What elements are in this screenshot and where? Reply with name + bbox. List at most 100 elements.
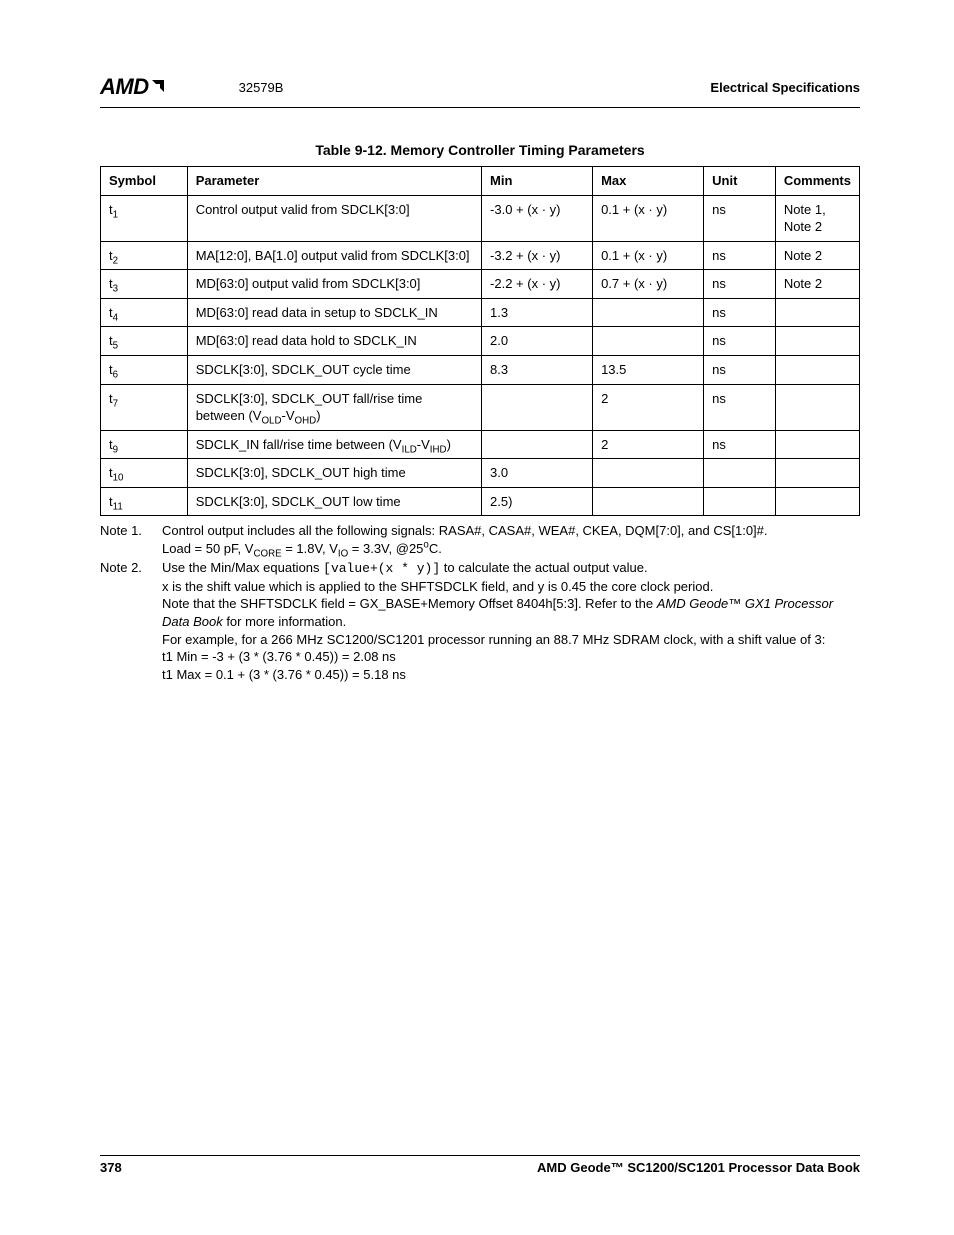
cell-comments (775, 298, 859, 327)
cell-unit: ns (704, 195, 776, 241)
cell-unit: ns (704, 298, 776, 327)
cell-symbol: t6 (101, 356, 188, 385)
cell-max: 0.1 + (x · y) (593, 241, 704, 270)
cell-parameter: MD[63:0] read data in setup to SDCLK_IN (187, 298, 481, 327)
cell-comments: Note 2 (775, 270, 859, 299)
cell-min: -3.0 + (x · y) (482, 195, 593, 241)
cell-parameter: Control output valid from SDCLK[3:0] (187, 195, 481, 241)
note-1-body: Control output includes all the followin… (162, 522, 860, 557)
cell-symbol: t9 (101, 430, 188, 459)
cell-unit: ns (704, 384, 776, 430)
cell-comments (775, 430, 859, 459)
note-2-line-3-post: for more information. (223, 614, 347, 629)
cell-min: 1.3 (482, 298, 593, 327)
cell-max (593, 298, 704, 327)
cell-unit: ns (704, 327, 776, 356)
table-row: t10SDCLK[3:0], SDCLK_OUT high time3.0 (101, 459, 860, 488)
cell-symbol: t5 (101, 327, 188, 356)
note-2-code: [value+(x * y)] (323, 561, 440, 576)
cell-symbol: t7 (101, 384, 188, 430)
cell-comments: Note 1, Note 2 (775, 195, 859, 241)
note-2-line-5: t1 Min = -3 + (3 * (3.76 * 0.45)) = 2.08… (162, 649, 396, 664)
cell-max (593, 487, 704, 516)
cell-comments (775, 384, 859, 430)
cell-min: 8.3 (482, 356, 593, 385)
note-2-line-3-pre: Note that the SHFTSDCLK field = GX_BASE+… (162, 596, 657, 611)
cell-unit: ns (704, 356, 776, 385)
th-parameter: Parameter (187, 167, 481, 196)
table-header-row: Symbol Parameter Min Max Unit Comments (101, 167, 860, 196)
table-row: t4MD[63:0] read data in setup to SDCLK_I… (101, 298, 860, 327)
cell-unit (704, 459, 776, 488)
cell-min: 2.5) (482, 487, 593, 516)
note-1: Note 1. Control output includes all the … (100, 522, 860, 557)
cell-max (593, 459, 704, 488)
cell-min: -2.2 + (x · y) (482, 270, 593, 299)
cell-unit: ns (704, 241, 776, 270)
cell-unit: ns (704, 430, 776, 459)
amd-logo: AMD (100, 74, 169, 101)
notes-block: Note 1. Control output includes all the … (100, 522, 860, 683)
th-unit: Unit (704, 167, 776, 196)
cell-parameter: SDCLK[3:0], SDCLK_OUT cycle time (187, 356, 481, 385)
page-header: AMD 32579B Electrical Specifications (100, 74, 860, 108)
cell-max: 0.7 + (x · y) (593, 270, 704, 299)
table-row: t9SDCLK_IN fall/rise time between (VILD-… (101, 430, 860, 459)
cell-symbol: t11 (101, 487, 188, 516)
cell-symbol: t2 (101, 241, 188, 270)
cell-max (593, 327, 704, 356)
table-row: t2MA[12:0], BA[1.0] output valid from SD… (101, 241, 860, 270)
cell-symbol: t4 (101, 298, 188, 327)
cell-max: 2 (593, 430, 704, 459)
note-2-line-2: x is the shift value which is applied to… (162, 579, 713, 594)
section-title: Electrical Specifications (710, 80, 860, 95)
cell-unit: ns (704, 270, 776, 299)
th-comments: Comments (775, 167, 859, 196)
cell-unit (704, 487, 776, 516)
cell-min: -3.2 + (x · y) (482, 241, 593, 270)
cell-min (482, 430, 593, 459)
table-row: t6SDCLK[3:0], SDCLK_OUT cycle time8.313.… (101, 356, 860, 385)
note-2-body: Use the Min/Max equations [value+(x * y)… (162, 559, 860, 683)
cell-parameter: MD[63:0] output valid from SDCLK[3:0] (187, 270, 481, 299)
amd-arrow-icon (149, 75, 169, 101)
cell-parameter: SDCLK[3:0], SDCLK_OUT fall/rise time bet… (187, 384, 481, 430)
table-title: Table 9-12. Memory Controller Timing Par… (100, 142, 860, 158)
note-1-line-2: Load = 50 pF, VCORE = 1.8V, VIO = 3.3V, … (162, 541, 442, 556)
cell-symbol: t1 (101, 195, 188, 241)
cell-comments (775, 459, 859, 488)
timing-parameters-table: Symbol Parameter Min Max Unit Comments t… (100, 166, 860, 516)
cell-comments (775, 356, 859, 385)
cell-max: 0.1 + (x · y) (593, 195, 704, 241)
page: AMD 32579B Electrical Specifications Tab… (0, 0, 954, 1235)
th-symbol: Symbol (101, 167, 188, 196)
note-2-line-1-post: to calculate the actual output value. (440, 560, 647, 575)
cell-max: 13.5 (593, 356, 704, 385)
note-2-line-4: For example, for a 266 MHz SC1200/SC1201… (162, 632, 825, 647)
table-body: t1Control output valid from SDCLK[3:0]-3… (101, 195, 860, 516)
doc-id: 32579B (239, 80, 284, 95)
cell-min (482, 384, 593, 430)
note-2-line-6: t1 Max = 0.1 + (3 * (3.76 * 0.45)) = 5.1… (162, 667, 406, 682)
table-row: t11SDCLK[3:0], SDCLK_OUT low time2.5) (101, 487, 860, 516)
cell-comments (775, 487, 859, 516)
book-title: AMD Geode™ SC1200/SC1201 Processor Data … (537, 1160, 860, 1175)
cell-comments (775, 327, 859, 356)
table-row: t3MD[63:0] output valid from SDCLK[3:0]-… (101, 270, 860, 299)
th-max: Max (593, 167, 704, 196)
cell-parameter: MD[63:0] read data hold to SDCLK_IN (187, 327, 481, 356)
table-row: t5MD[63:0] read data hold to SDCLK_IN2.0… (101, 327, 860, 356)
note-2-label: Note 2. (100, 559, 152, 683)
cell-min: 2.0 (482, 327, 593, 356)
cell-max: 2 (593, 384, 704, 430)
cell-parameter: SDCLK[3:0], SDCLK_OUT high time (187, 459, 481, 488)
page-footer: 378 AMD Geode™ SC1200/SC1201 Processor D… (100, 1155, 860, 1175)
header-left: AMD 32579B (100, 74, 283, 101)
table-row: t7SDCLK[3:0], SDCLK_OUT fall/rise time b… (101, 384, 860, 430)
note-2: Note 2. Use the Min/Max equations [value… (100, 559, 860, 683)
page-number: 378 (100, 1160, 122, 1175)
logo-text: AMD (100, 74, 149, 99)
cell-parameter: SDCLK_IN fall/rise time between (VILD-VI… (187, 430, 481, 459)
th-min: Min (482, 167, 593, 196)
cell-comments: Note 2 (775, 241, 859, 270)
